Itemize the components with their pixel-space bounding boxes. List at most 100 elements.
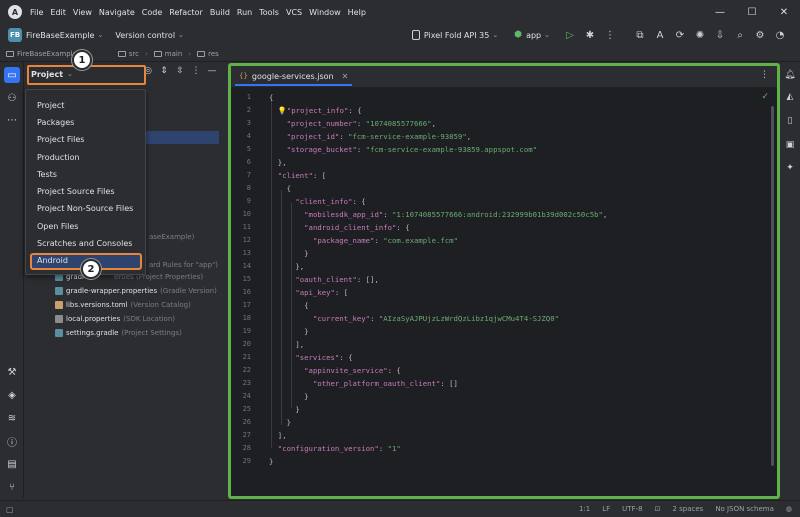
bug-icon[interactable]: ✺ xyxy=(690,26,710,44)
menu-tools[interactable]: Tools xyxy=(259,8,279,17)
tree-item[interactable]: local.properties (SDK Location) xyxy=(55,315,175,323)
maximize-icon[interactable]: ☐ xyxy=(736,7,768,18)
option-android[interactable]: Android xyxy=(37,256,68,265)
option-scratches-and-consoles[interactable]: Scratches and Consoles xyxy=(37,239,132,248)
version-control-button[interactable]: Version control xyxy=(115,31,175,40)
sdk-manager-icon[interactable]: ⇩ xyxy=(710,26,730,44)
project-name[interactable]: FireBaseExample xyxy=(26,31,94,40)
code-line: "package_name": "com.example.fcm" xyxy=(312,236,458,245)
copilot-icon[interactable]: ◍ xyxy=(786,505,792,513)
expand-icon[interactable]: ⇕ xyxy=(156,66,172,76)
menu-build[interactable]: Build xyxy=(210,8,230,17)
gradle-icon[interactable]: ◭ xyxy=(783,90,797,104)
json-file-icon: {} xyxy=(239,72,248,80)
menu-edit[interactable]: Edit xyxy=(50,8,66,17)
breadcrumb-item[interactable]: res xyxy=(197,50,219,58)
menu-refactor[interactable]: Refactor xyxy=(169,8,203,17)
line-number: 9 xyxy=(246,197,251,205)
close-icon[interactable]: ✕ xyxy=(768,7,800,18)
chevron-down-icon[interactable]: ⌄ xyxy=(97,31,103,39)
terminal-icon[interactable]: ▤ xyxy=(4,456,20,472)
git-icon[interactable]: ⑂ xyxy=(4,479,20,495)
resource-manager-icon[interactable]: ⚇ xyxy=(4,90,20,106)
gear-icon[interactable]: ⚙ xyxy=(750,26,770,44)
option-production[interactable]: Production xyxy=(37,153,80,162)
code-line: { xyxy=(304,301,309,310)
tree-item[interactable]: aseExample) xyxy=(146,233,194,241)
menu-run[interactable]: Run xyxy=(237,8,252,17)
debug-icon[interactable]: ✱ xyxy=(580,26,600,44)
tree-item[interactable]: ard Rules for "app") xyxy=(146,261,218,269)
problems-icon[interactable]: ⓘ xyxy=(4,433,20,449)
option-tests[interactable]: Tests xyxy=(37,170,57,179)
translate-icon[interactable]: A xyxy=(650,26,670,44)
option-open-files[interactable]: Open Files xyxy=(37,222,78,231)
minimize-panel-icon[interactable]: — xyxy=(204,66,220,76)
logcat-icon[interactable]: ≋ xyxy=(4,410,20,426)
run-icon[interactable]: ▷ xyxy=(560,26,580,44)
tree-item[interactable]: settings.gradle (Project Settings) xyxy=(55,329,182,337)
tree-item[interactable]: libs.versions.toml (Version Catalog) xyxy=(55,301,191,309)
code-line: } xyxy=(304,327,309,336)
code-line: ], xyxy=(277,431,287,440)
device-manager-icon[interactable]: ⧉ xyxy=(630,26,650,44)
menu-file[interactable]: File xyxy=(30,8,43,17)
collapse-icon[interactable]: ⇳ xyxy=(172,66,188,76)
chevron-down-icon: ⌄ xyxy=(544,31,550,39)
menu-window[interactable]: Window xyxy=(309,8,341,17)
chevron-down-icon[interactable]: ⌄ xyxy=(178,31,184,39)
menu-code[interactable]: Code xyxy=(142,8,162,17)
more-icon[interactable]: ⋮ xyxy=(760,70,769,80)
line-number: 3 xyxy=(246,119,251,127)
more-icon[interactable]: ⋮ xyxy=(188,66,204,76)
code-line: } xyxy=(269,457,274,466)
emulator-icon[interactable]: ▣ xyxy=(783,138,797,152)
menu-vcs[interactable]: VCS xyxy=(286,8,302,17)
option-packages[interactable]: Packages xyxy=(37,118,74,127)
sync-icon[interactable]: ⟳ xyxy=(670,26,690,44)
more-icon[interactable]: ⋮ xyxy=(600,26,620,44)
device-selector[interactable]: Pixel Fold API 35 ⌄ xyxy=(411,30,498,40)
menu-navigate[interactable]: Navigate xyxy=(99,8,135,17)
file-encoding[interactable]: UTF-8 xyxy=(622,505,642,513)
tree-item[interactable]: gradle-wrapper.properties (Gradle Versio… xyxy=(55,287,217,295)
build-icon[interactable]: ⚒ xyxy=(4,364,20,380)
code-area[interactable]: { 💡"project_info": { "project_number": "… xyxy=(267,88,767,496)
account-icon[interactable]: ◔ xyxy=(770,26,790,44)
code-line: "android_client_info": { xyxy=(304,223,410,232)
more-icon[interactable]: ⋯ xyxy=(4,112,20,128)
code-editor[interactable]: {} google-services.json ✕ ⋮ 1 2 3 4 5 6 7 8 9 10 1… xyxy=(228,63,780,499)
line-number: 20 xyxy=(242,340,251,348)
gem-icon[interactable]: ◈ xyxy=(4,387,20,403)
project-badge[interactable]: FB xyxy=(8,28,22,42)
code-line: } xyxy=(304,249,309,258)
option-project-non-source-files[interactable]: Project Non-Source Files xyxy=(37,204,133,213)
option-project-source-files[interactable]: Project Source Files xyxy=(37,187,115,196)
ai-assistant-icon[interactable]: ✦ xyxy=(783,161,797,175)
device-explorer-icon[interactable]: ▯ xyxy=(783,114,797,128)
lock-icon[interactable]: ⊡ xyxy=(655,505,661,513)
notifications-icon[interactable]: 🔔︎ xyxy=(783,68,797,82)
folder-icon xyxy=(153,50,162,57)
step-2-callout: 2 xyxy=(81,259,101,279)
menu-help[interactable]: Help xyxy=(348,8,366,17)
status-square-icon[interactable]: ▢ xyxy=(6,505,14,514)
line-number: 14 xyxy=(242,262,251,270)
minimize-icon[interactable]: — xyxy=(704,7,736,18)
cursor-position[interactable]: 1:1 xyxy=(579,505,590,513)
line-separator[interactable]: LF xyxy=(602,505,610,513)
json-schema[interactable]: No JSON schema xyxy=(715,505,774,513)
indent-setting[interactable]: 2 spaces xyxy=(672,505,703,513)
project-folder-icon[interactable]: ▭ xyxy=(4,67,20,83)
option-project[interactable]: Project xyxy=(37,101,64,110)
close-tab-icon[interactable]: ✕ xyxy=(342,72,349,81)
breadcrumb-item[interactable]: src › xyxy=(117,50,148,58)
tab-google-services-json[interactable]: {} google-services.json ✕ xyxy=(235,68,353,86)
menu-view[interactable]: View xyxy=(73,8,92,17)
run-config-selector[interactable]: ⬢ app ⌄ xyxy=(514,30,550,40)
option-project-files[interactable]: Project Files xyxy=(37,135,84,144)
editor-scrollbar[interactable] xyxy=(771,106,774,466)
search-icon[interactable]: ⌕ xyxy=(730,26,750,44)
code-line: "mobilesdk_app_id": "1:1074085577666:and… xyxy=(304,210,608,219)
breadcrumb-item[interactable]: main › xyxy=(153,50,191,58)
